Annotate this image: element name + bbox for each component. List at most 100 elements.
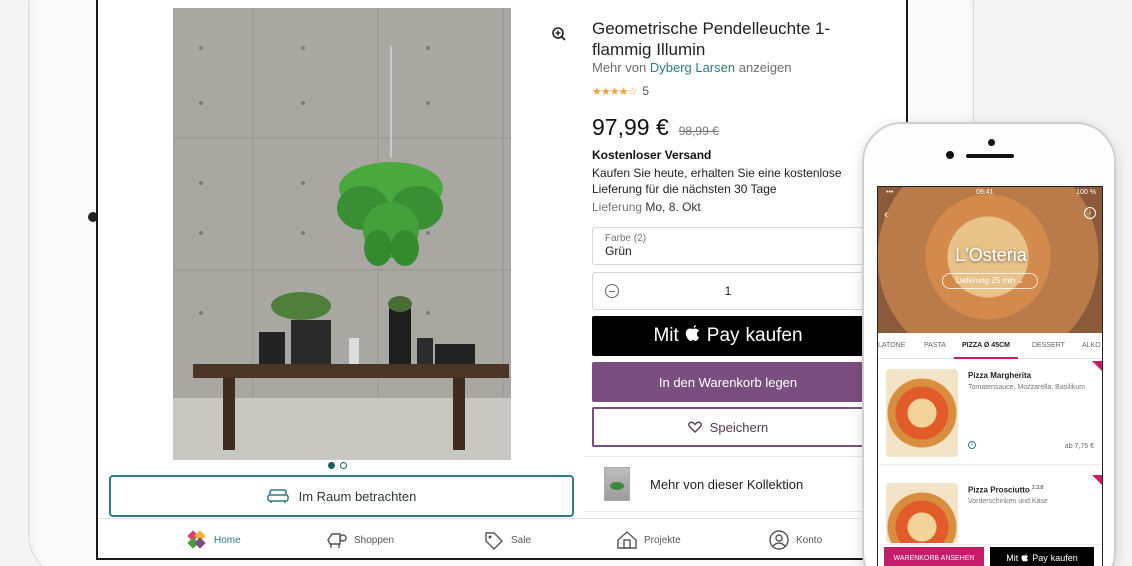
delivery-line: Lieferung Mo, 8. Okt: [592, 200, 701, 214]
apple-pay-suffix: kaufen: [745, 325, 803, 346]
phone-pay-suffix: kaufen: [1050, 553, 1078, 563]
apple-pay-word: Pay: [706, 325, 740, 346]
phone-screen: ••• 09:41 100 % ‹ i L'Osteria Lieferung …: [877, 186, 1103, 566]
menu-item-description: Vorderschinken und Käse: [968, 498, 1048, 505]
phone-pay-prefix: Mit: [1006, 553, 1019, 563]
add-to-cart-button[interactable]: In den Warenkorb legen: [592, 362, 864, 402]
apple-pay-prefix: Mit: [653, 325, 679, 346]
status-bar: ••• 09:41 100 %: [878, 189, 1102, 196]
tab-category-4[interactable]: ALKO: [1082, 342, 1101, 349]
current-price: 97,99 €: [592, 114, 669, 140]
home-logo-icon: [187, 530, 206, 549]
menu-item-name-text: Pizza Prosciutto: [968, 485, 1030, 495]
allergen-info-icon[interactable]: i: [968, 441, 976, 449]
collection-thumbnail: [604, 467, 630, 501]
tab-category-3[interactable]: DESSERT: [1032, 342, 1065, 349]
shipping-description: Kaufen Sie heute, erhalten Sie eine kost…: [592, 166, 842, 196]
projects-house-icon: [617, 531, 637, 549]
product-image[interactable]: [173, 8, 511, 460]
product-photo: [173, 8, 511, 460]
status-battery: 100 %: [1076, 189, 1096, 196]
category-tabs: LATONE PASTA PIZZA Ø 45CM DESSERT ALKO: [878, 333, 1102, 359]
signal-icon: •••: [886, 189, 894, 196]
tag-icon: [485, 532, 503, 550]
iphone-sensor: [946, 151, 954, 159]
restaurant-hero: ••• 09:41 100 % ‹ i L'Osteria Lieferung …: [878, 187, 1102, 333]
menu-item-description: Tomatensauce, Mozzarella, Basilikum: [968, 384, 1086, 391]
view-in-room-label: Im Raum betrachten: [298, 488, 417, 504]
nav-account[interactable]: Konto: [768, 530, 822, 550]
restaurant-name: L'Osteria: [955, 245, 1027, 265]
tab-category-0[interactable]: LATONE: [878, 342, 905, 349]
nav-home[interactable]: Home: [186, 530, 241, 550]
apple-pay-button[interactable]: Mit Pay kaufen: [592, 316, 864, 356]
image-pagination: [328, 462, 347, 469]
delivery-date: Mo, 8. Okt: [645, 200, 701, 214]
stage: Im Raum betrachten Geometrische Pendelle…: [0, 0, 1132, 566]
ipad-screen: Im Raum betrachten Geometrische Pendelle…: [96, 0, 908, 560]
menu-item-image: [886, 369, 958, 457]
apple-logo-icon: [685, 324, 701, 348]
nav-shop-label: Shoppen: [354, 534, 395, 546]
heart-icon: [687, 421, 702, 433]
delivery-label: Lieferung: [592, 200, 643, 214]
phone-bottom-bar: WARENKORB ANSEHEN Mit Pay kaufen: [878, 545, 1102, 566]
shop-icon: [327, 533, 347, 548]
view-cart-button[interactable]: WARENKORB ANSEHEN: [884, 547, 984, 566]
minus-icon[interactable]: [605, 284, 619, 298]
menu-item[interactable]: Pizza Margherita Tomatensauce, Mozzarell…: [878, 361, 1102, 465]
status-time: 09:41: [975, 189, 994, 196]
pagination-dot[interactable]: [340, 462, 347, 469]
rating-count: 5: [642, 84, 649, 98]
quantity-value: 1: [724, 284, 732, 298]
tab-category-1[interactable]: PASTA: [924, 342, 946, 349]
brand-link[interactable]: Dyberg Larsen: [650, 60, 735, 75]
nav-account-label: Konto: [796, 534, 823, 546]
menu-item-image: [886, 483, 958, 543]
color-select-label: Farbe (2): [605, 233, 647, 244]
rating[interactable]: ★★★★☆ 5: [592, 84, 649, 98]
color-select-value: Grün: [605, 244, 632, 258]
nav-projects[interactable]: Projekte: [616, 530, 681, 550]
old-price: 98,99 €: [678, 124, 719, 138]
star-rating-icon: ★★★★☆: [592, 85, 637, 98]
iphone-front-camera: [988, 139, 995, 146]
quantity-stepper[interactable]: 1: [592, 272, 864, 310]
iphone-frame: ••• 09:41 100 % ‹ i L'Osteria Lieferung …: [862, 122, 1116, 566]
tab-category-2[interactable]: PIZZA Ø 45CM: [962, 342, 1010, 349]
iphone-speaker: [966, 154, 1014, 158]
add-corner-icon[interactable]: [1092, 475, 1102, 487]
add-to-cart-label: In den Warenkorb legen: [658, 374, 798, 390]
color-select[interactable]: Farbe (2) Grün: [592, 227, 864, 265]
view-in-room-button[interactable]: Im Raum betrachten: [109, 475, 574, 517]
zoom-icon[interactable]: [550, 26, 568, 44]
active-tab-indicator: [954, 357, 1018, 359]
brand-prefix: Mehr von: [592, 60, 647, 75]
brand-suffix: anzeigen: [738, 60, 792, 75]
sofa-icon: [266, 489, 289, 503]
shipping-title: Kostenloser Versand: [592, 148, 712, 162]
menu-item[interactable]: Pizza Prosciutto 2,3,8 Vorderschinken un…: [878, 475, 1102, 545]
menu-item-name: Pizza Margherita: [968, 371, 1032, 380]
pagination-dot-active[interactable]: [328, 462, 335, 469]
phone-pay-word: Pay: [1032, 553, 1048, 563]
bottom-nav: Home Shoppen Sale Projekte Konto: [98, 518, 906, 558]
collection-link[interactable]: Mehr von dieser Kollektion: [584, 456, 874, 512]
phone-apple-pay-button[interactable]: Mit Pay kaufen: [990, 547, 1094, 566]
save-button[interactable]: Speichern: [592, 407, 864, 447]
info-icon[interactable]: i: [1084, 207, 1096, 219]
brand-line: Mehr von Dyberg Larsen anzeigen: [592, 60, 792, 75]
add-corner-icon[interactable]: [1092, 361, 1102, 373]
save-label: Speichern: [709, 419, 769, 435]
nav-sale[interactable]: Sale: [483, 530, 531, 550]
nav-shop[interactable]: Shoppen: [326, 530, 394, 550]
menu-item-name: Pizza Prosciutto 2,3,8: [968, 485, 1043, 495]
delivery-time-badge[interactable]: Lieferung 25 min ⌄: [942, 273, 1038, 289]
menu-item-additives: 2,3,8: [1032, 485, 1044, 491]
product-title: Geometrische Pendelleuchte 1-flammig Ill…: [592, 19, 831, 59]
nav-sale-label: Sale: [511, 534, 532, 546]
account-icon: [769, 530, 789, 550]
back-chevron-icon[interactable]: ‹: [884, 207, 888, 221]
price-row: 97,99 € 98,99 €: [592, 114, 719, 141]
menu-item-price: ab 7,75 €: [1064, 443, 1094, 450]
